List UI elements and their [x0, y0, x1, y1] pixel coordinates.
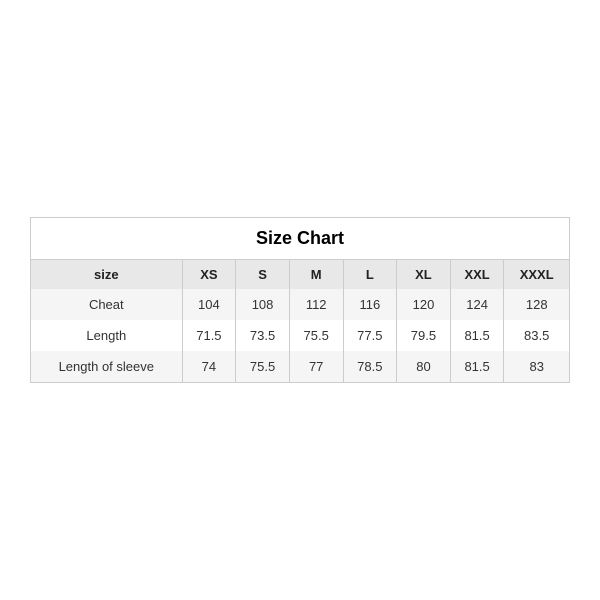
cell-0-4: 120 — [397, 289, 451, 320]
cell-1-5: 81.5 — [450, 320, 504, 351]
table-row: Length71.573.575.577.579.581.583.5 — [31, 320, 569, 351]
header-cell-xs: XS — [182, 260, 236, 289]
table-row: Length of sleeve7475.57778.58081.583 — [31, 351, 569, 382]
cell-2-1: 75.5 — [236, 351, 290, 382]
table-header-row: sizeXSSMLXLXXLXXXL — [31, 260, 569, 289]
cell-2-3: 78.5 — [343, 351, 397, 382]
cell-0-0: 104 — [182, 289, 236, 320]
cell-0-2: 112 — [289, 289, 343, 320]
header-cell-xl: XL — [397, 260, 451, 289]
cell-1-2: 75.5 — [289, 320, 343, 351]
header-cell-xxxl: XXXL — [504, 260, 569, 289]
cell-2-6: 83 — [504, 351, 569, 382]
row-label-1: Length — [31, 320, 182, 351]
header-cell-m: M — [289, 260, 343, 289]
cell-1-0: 71.5 — [182, 320, 236, 351]
cell-0-6: 128 — [504, 289, 569, 320]
table-row: Cheat104108112116120124128 — [31, 289, 569, 320]
cell-2-4: 80 — [397, 351, 451, 382]
size-chart-table: sizeXSSMLXLXXLXXXL Cheat1041081121161201… — [31, 260, 569, 382]
cell-2-5: 81.5 — [450, 351, 504, 382]
header-cell-xxl: XXL — [450, 260, 504, 289]
cell-1-4: 79.5 — [397, 320, 451, 351]
header-cell-l: L — [343, 260, 397, 289]
table-body: Cheat104108112116120124128Length71.573.5… — [31, 289, 569, 382]
header-cell-s: S — [236, 260, 290, 289]
size-chart-container: Size Chart sizeXSSMLXLXXLXXXL Cheat10410… — [30, 217, 570, 383]
cell-0-1: 108 — [236, 289, 290, 320]
cell-2-0: 74 — [182, 351, 236, 382]
header-cell-size: size — [31, 260, 182, 289]
cell-0-5: 124 — [450, 289, 504, 320]
cell-2-2: 77 — [289, 351, 343, 382]
cell-1-1: 73.5 — [236, 320, 290, 351]
cell-0-3: 116 — [343, 289, 397, 320]
row-label-0: Cheat — [31, 289, 182, 320]
cell-1-6: 83.5 — [504, 320, 569, 351]
cell-1-3: 77.5 — [343, 320, 397, 351]
table-title: Size Chart — [31, 218, 569, 260]
row-label-2: Length of sleeve — [31, 351, 182, 382]
